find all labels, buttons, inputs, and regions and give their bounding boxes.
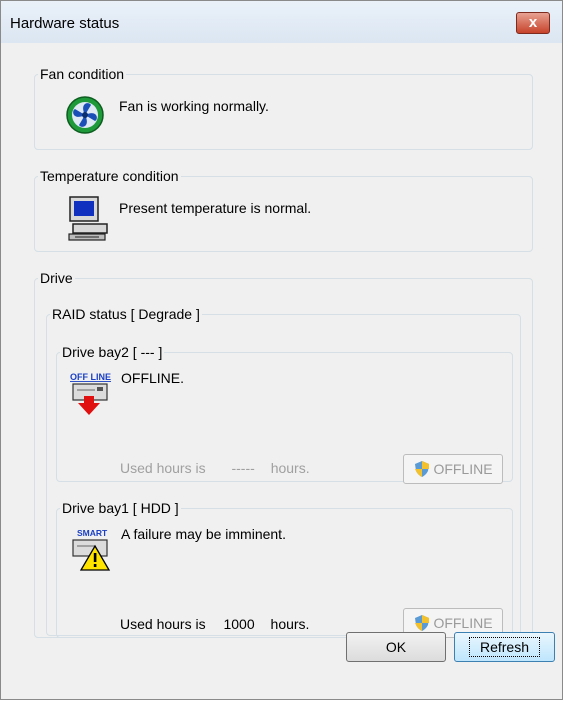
fan-message: Fan is working normally. — [119, 98, 269, 114]
used-hours-suffix: hours. — [270, 616, 310, 632]
drive-bay-1-used-hours: Used hours is 1000 hours. — [120, 616, 309, 632]
drive-bay-1-message: A failure may be imminent. — [121, 526, 286, 542]
temperature-message: Present temperature is normal. — [119, 200, 312, 216]
fan-icon — [66, 96, 104, 134]
dialog-body: Fan condition Fan is working normally. T… — [1, 43, 562, 699]
temperature-condition-group: Temperature condition Present temperatur… — [34, 168, 533, 252]
ok-button[interactable]: OK — [346, 632, 446, 662]
used-hours-value: ----- — [231, 460, 255, 476]
drive-bay-2-legend: Drive bay2 [ --- ] — [62, 344, 163, 360]
smart-badge-text: SMART — [77, 528, 108, 538]
drive-bay-2-offline-button[interactable]: OFFLINE — [403, 454, 503, 484]
used-hours-prefix: Used hours is — [120, 460, 206, 476]
used-hours-suffix: hours. — [270, 460, 310, 476]
offline-drive-icon: OFF LINE — [70, 372, 111, 415]
refresh-button-label: Refresh — [468, 637, 541, 657]
fan-condition-legend: Fan condition — [40, 66, 125, 82]
offline-button-label: OFFLINE — [433, 461, 493, 477]
window-title: Hardware status — [10, 15, 120, 32]
uac-shield-icon — [415, 461, 430, 477]
fan-condition-group: Fan condition Fan is working normally. — [34, 66, 533, 150]
uac-shield-icon — [415, 615, 430, 631]
drive-group: Drive RAID status [ Degrade ] Drive bay2… — [34, 270, 533, 638]
raid-status-legend: RAID status [ Degrade ] — [52, 306, 200, 322]
hardware-status-window: Hardware status x Fan condition Fan is w… — [0, 0, 563, 700]
drive-bay-2-message: OFFLINE. — [121, 370, 185, 386]
raid-status-group: RAID status [ Degrade ] Drive bay2 [ ---… — [46, 306, 521, 638]
drive-bay-1-group: Drive bay1 [ HDD ] SMART A failure may b… — [56, 500, 513, 638]
used-hours-prefix: Used hours is — [120, 616, 206, 632]
drive-bay-2-used-hours: Used hours is ----- hours. — [120, 460, 310, 476]
used-hours-value: 1000 — [223, 616, 255, 632]
smart-warning-icon: SMART — [72, 528, 111, 571]
drive-bay-1-legend: Drive bay1 [ HDD ] — [62, 500, 179, 516]
drive-bay-2-group: Drive bay2 [ --- ] OFF LINE OFFLINE. Use… — [56, 344, 513, 484]
drive-legend: Drive — [40, 270, 73, 286]
offline-badge-text: OFF LINE — [70, 372, 111, 382]
offline-button-label: OFFLINE — [433, 615, 493, 631]
title-bar[interactable]: Hardware status x — [1, 1, 562, 43]
computer-icon — [68, 196, 108, 241]
temperature-condition-legend: Temperature condition — [40, 168, 179, 184]
close-button[interactable]: x — [516, 12, 550, 34]
refresh-button[interactable]: Refresh — [454, 632, 555, 662]
